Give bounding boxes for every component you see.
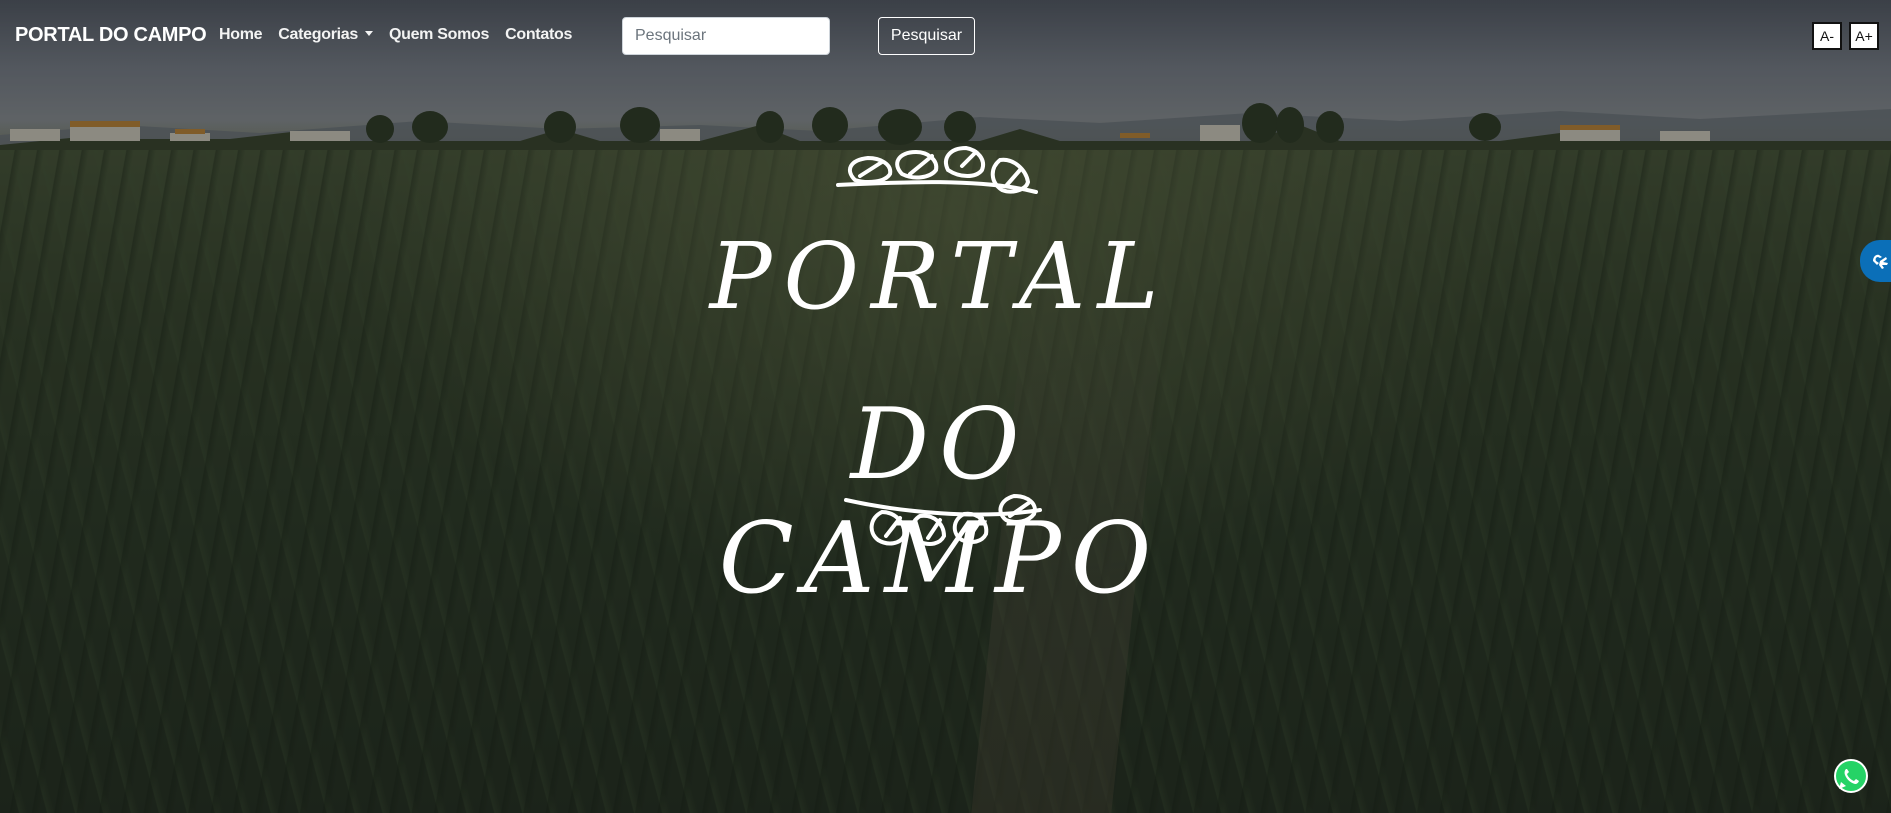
nav-categorias-label: Categorias — [278, 26, 358, 43]
font-decrease-button[interactable]: A- — [1812, 22, 1842, 50]
nav-categorias-dropdown[interactable]: Categorias — [278, 26, 373, 44]
navbar: PORTAL DO CAMPO Home Categorias Quem Som… — [0, 0, 1891, 72]
logo-title-portal: PORTAL — [709, 223, 1171, 330]
laurel-top-icon — [836, 145, 1038, 194]
vlibras-accessibility-button[interactable] — [1860, 240, 1891, 282]
hero-logo: PORTAL DO CAMPO — [680, 130, 1200, 616]
search-button[interactable]: Pesquisar — [878, 17, 975, 55]
laurel-bottom-icon — [844, 493, 1042, 546]
sign-language-hands-icon — [1873, 254, 1888, 269]
nav-contatos[interactable]: Contatos — [505, 26, 572, 44]
brand-logo-text[interactable]: PORTAL DO CAMPO — [15, 24, 207, 47]
nav-links: Home Categorias Quem Somos Contatos — [219, 26, 588, 44]
whatsapp-button[interactable] — [1833, 758, 1869, 794]
nav-contatos-label: Contatos — [505, 26, 573, 43]
nav-quem-somos-label: Quem Somos — [388, 26, 490, 43]
nav-home[interactable]: Home — [219, 26, 263, 44]
search-input[interactable] — [622, 17, 830, 55]
nav-home-label: Home — [219, 26, 263, 43]
font-increase-button[interactable]: A+ — [1849, 22, 1879, 50]
nav-quem-somos[interactable]: Quem Somos — [389, 26, 489, 44]
whatsapp-icon — [1834, 759, 1868, 793]
caret-down-icon — [364, 30, 373, 36]
